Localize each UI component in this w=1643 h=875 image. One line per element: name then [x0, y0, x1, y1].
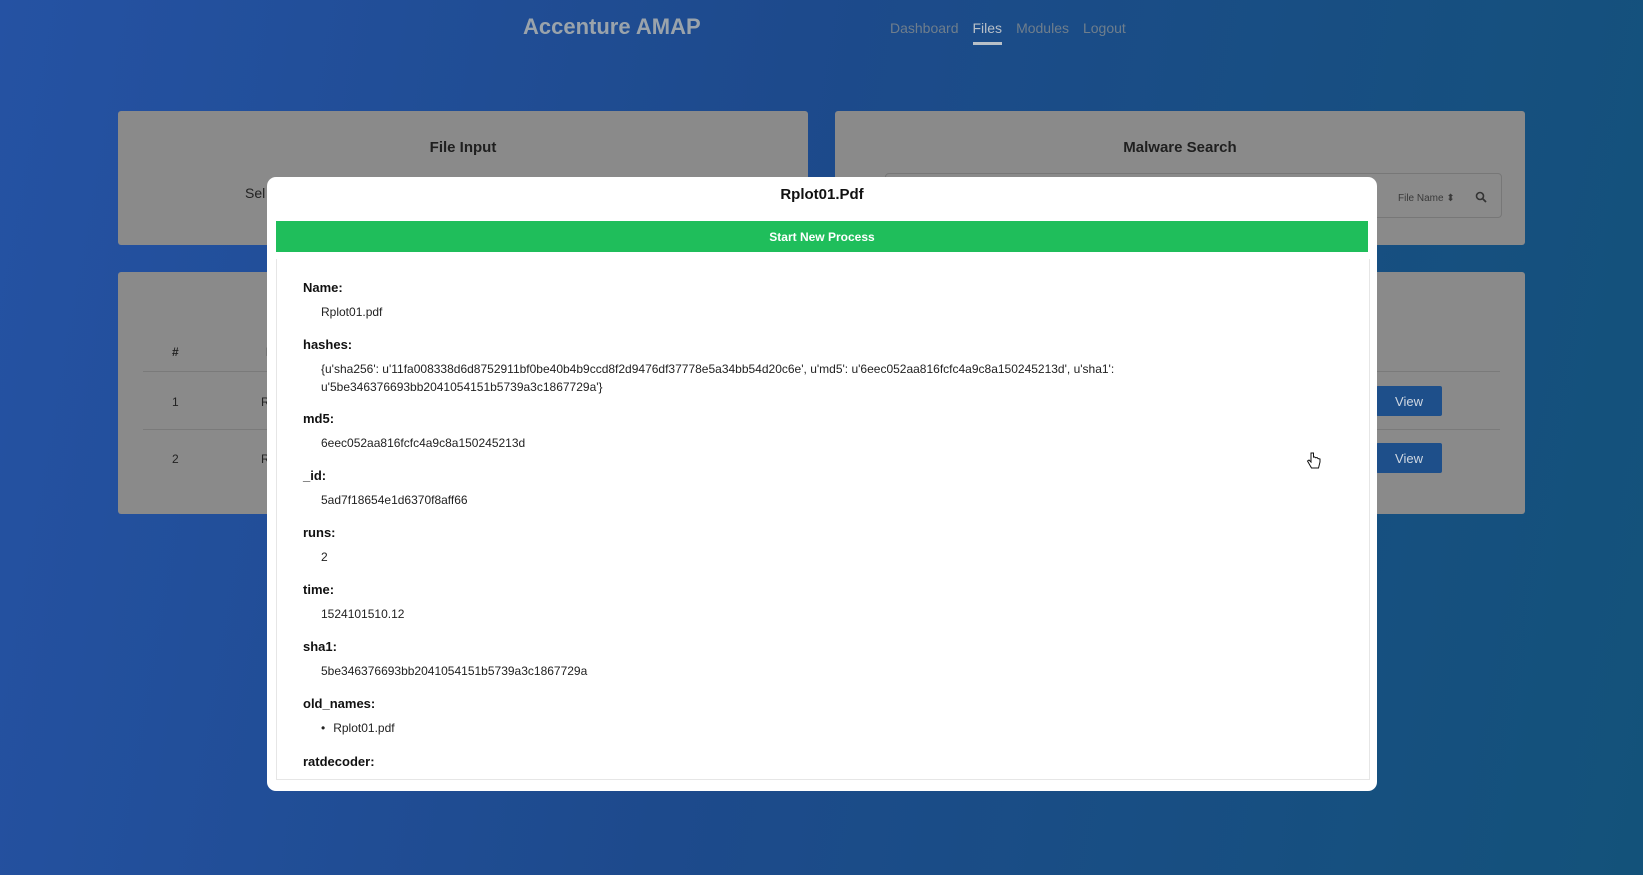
hashes-line-1: {u'sha256': u'11fa008338d6d8752911bf0be4… — [321, 362, 1115, 376]
field-runs-value: 2 — [321, 550, 328, 564]
field-sha1-value: 5be346376693bb2041054151b5739a3c1867729a — [321, 664, 588, 678]
view-button[interactable]: View — [1376, 386, 1442, 416]
file-details-modal: Rplot01.Pdf Start New Process Name: Rplo… — [267, 177, 1377, 791]
field-hashes-label: hashes: — [303, 337, 353, 352]
field-ratdecoder-label: ratdecoder: — [303, 754, 375, 769]
field-md5-label: md5: — [303, 411, 335, 426]
field-name-label: Name: — [303, 280, 343, 295]
nav-logout[interactable]: Logout — [1083, 20, 1126, 45]
field-hashes-value: {u'sha256': u'11fa008338d6d8752911bf0be4… — [321, 360, 1114, 396]
view-button[interactable]: View — [1376, 443, 1442, 473]
nav-dashboard[interactable]: Dashboard — [890, 20, 959, 45]
old-names-list-item: Rplot01.pdf — [321, 721, 394, 735]
field-runs-label: runs: — [303, 525, 336, 540]
field-sha1-label: sha1: — [303, 639, 337, 654]
malware-search-title: Malware Search — [1123, 139, 1237, 156]
top-nav: Dashboard Files Modules Logout — [890, 20, 1126, 45]
file-select-label: Sel — [245, 185, 266, 201]
modal-title: Rplot01.Pdf — [780, 186, 864, 203]
nav-modules[interactable]: Modules — [1016, 20, 1069, 45]
search-icon[interactable] — [1475, 191, 1487, 206]
row-number: 2 — [172, 452, 179, 466]
row-number: 1 — [172, 395, 179, 409]
table-header-hash: # — [172, 345, 179, 359]
field-md5-value: 6eec052aa816fcfc4a9c8a150245213d — [321, 436, 526, 450]
file-input-title: File Input — [429, 139, 497, 156]
field-name-value: Rplot01.pdf — [321, 305, 383, 319]
hashes-line-2: u'5be346376693bb2041054151b5739a3c186772… — [321, 380, 603, 394]
file-details-panel[interactable]: Name: Rplot01.pdf hashes: {u'sha256': u'… — [276, 259, 1370, 780]
field-id-value: 5ad7f18654e1d6370f8aff66 — [321, 493, 468, 507]
nav-files[interactable]: Files — [972, 20, 1003, 45]
field-time-label: time: — [303, 582, 335, 597]
field-time-value: 1524101510.12 — [321, 607, 405, 621]
start-new-process-button[interactable]: Start New Process — [276, 221, 1368, 252]
field-id-label: _id: — [303, 468, 327, 483]
search-type-select[interactable]: File Name ⬍ — [1398, 193, 1455, 204]
field-old-names-label: old_names: — [303, 696, 376, 711]
brand-logo: Accenture AMAP — [523, 14, 701, 39]
hand-cursor-icon — [1305, 452, 1321, 475]
